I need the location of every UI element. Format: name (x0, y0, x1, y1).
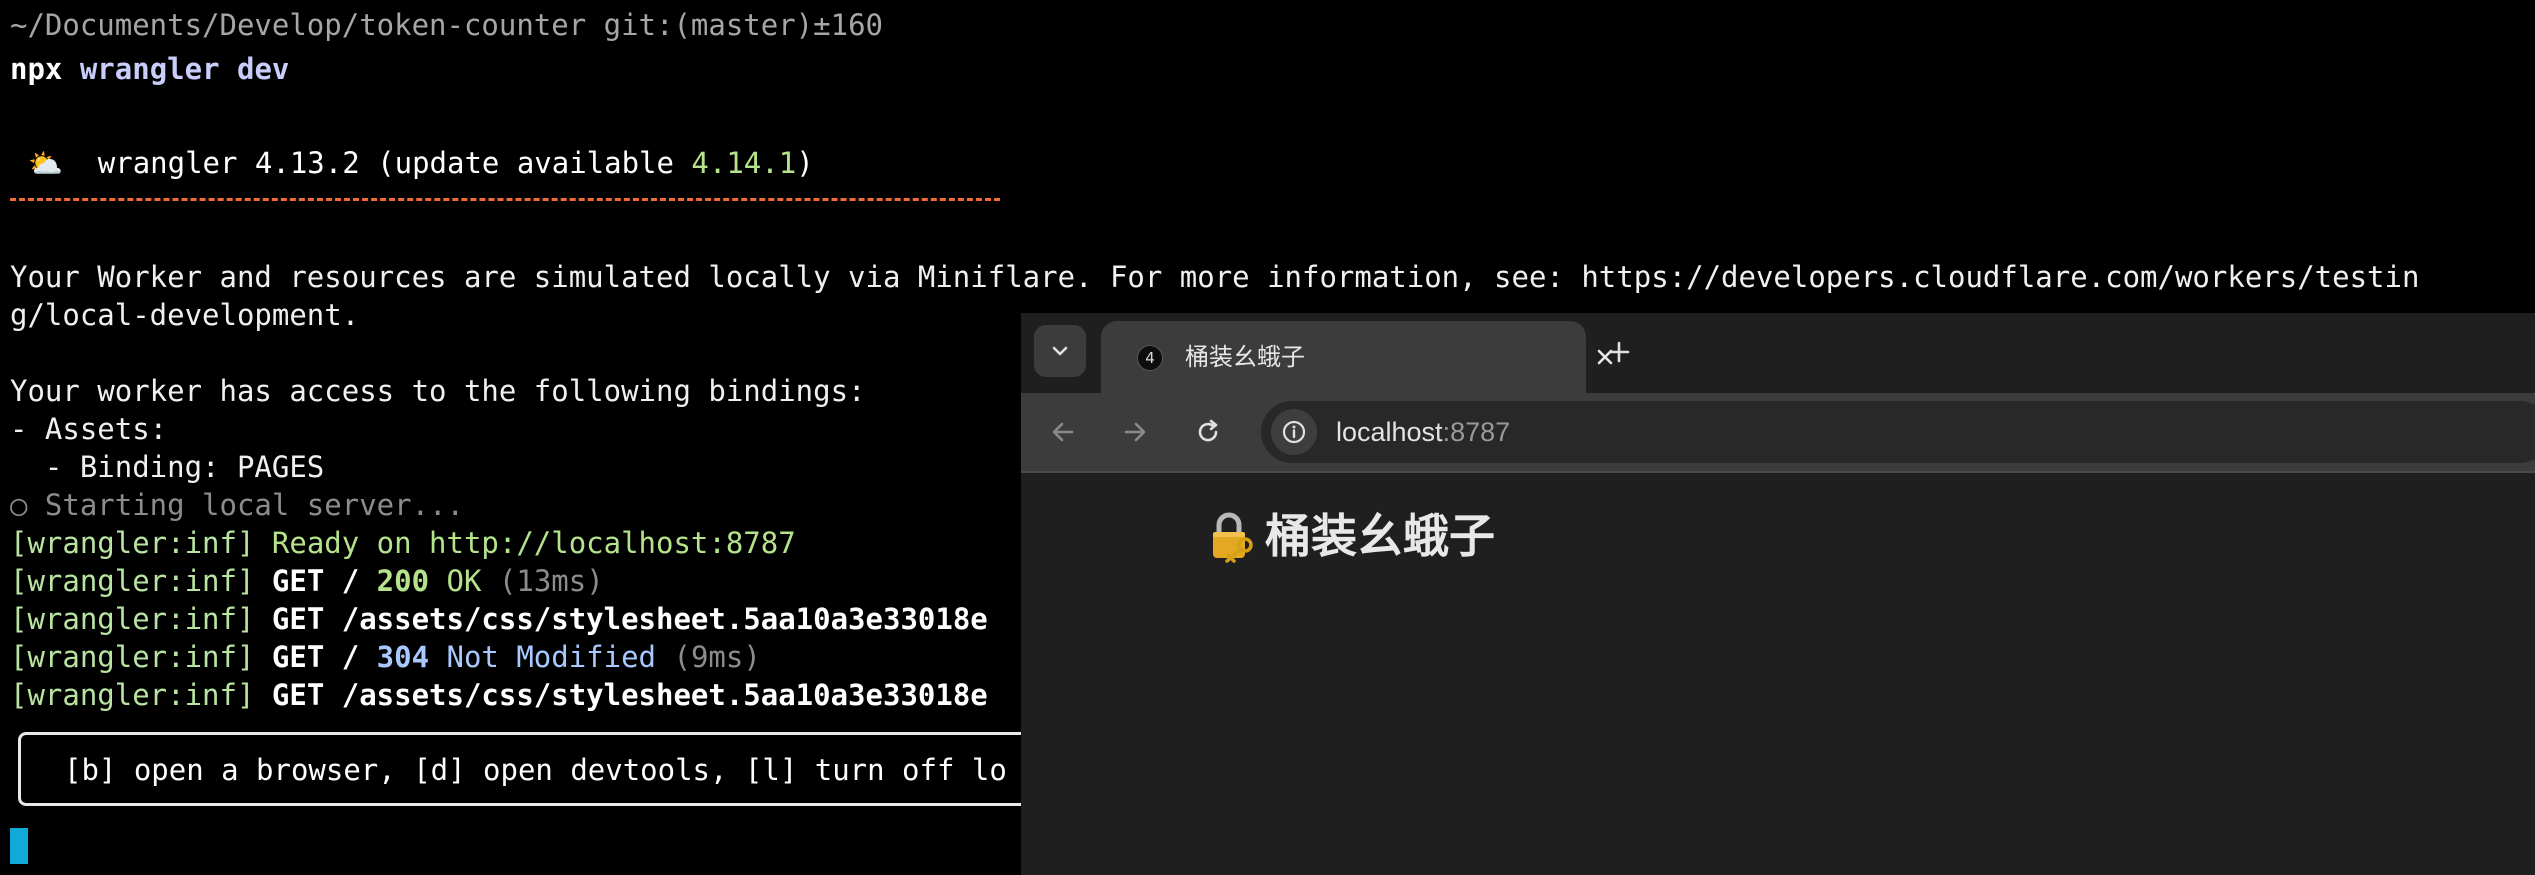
tab-title: 桶装幺蛾子 (1185, 343, 1305, 371)
log-status-text: Not Modified (429, 640, 657, 674)
log-duration: (13ms) (481, 564, 604, 598)
log-status-code: 304 (376, 640, 430, 674)
plus-icon (1608, 341, 1630, 363)
info-icon (1282, 420, 1306, 444)
banner-separator (10, 198, 1000, 201)
keyboard-hint-text: [b] open a browser, [d] open devtools, [… (64, 753, 1007, 787)
tab-active[interactable]: 4 桶装幺蛾子 (1101, 321, 1613, 393)
address-bar[interactable]: localhost:8787 (1261, 401, 2535, 463)
log-prefix: [wrangler:inf] (10, 640, 255, 674)
log-line: [wrangler:inf] GET / 200 OK (13ms) (10, 562, 604, 600)
browser-toolbar: localhost:8787 (1021, 393, 2535, 471)
shell-prompt: ~/Documents/Develop/token-counter git:(m… (10, 6, 883, 44)
log-method-path: GET / (254, 564, 377, 598)
banner-text: wrangler 4.13.2 (update available (97, 146, 692, 180)
log-prefix: [wrangler:inf] (10, 564, 255, 598)
url-text[interactable]: localhost:8787 (1336, 412, 1510, 452)
arrow-right-icon (1124, 422, 1146, 442)
log-method-path: GET / (254, 640, 377, 674)
sun-behind-cloud-icon: ⛅ (28, 147, 63, 180)
forward-button[interactable] (1113, 410, 1157, 454)
url-port: :8787 (1442, 417, 1511, 447)
url-host: localhost (1336, 417, 1443, 447)
reload-button[interactable] (1186, 410, 1230, 454)
log-line: [wrangler:inf] GET / 304 Not Modified (9… (10, 638, 761, 676)
banner-suffix: ) (796, 146, 814, 180)
log-prefix: [wrangler:inf] (10, 526, 255, 560)
chevron-down-icon (1052, 346, 1068, 356)
tab-strip: 4 桶装幺蛾子 (1021, 313, 2535, 393)
browser-window: 4 桶装幺蛾子 localhost:8787 桶装幺蛾子 (1021, 313, 2535, 875)
info-line-2: g/local-development. (10, 298, 360, 332)
bindings-intro: Your worker has access to the following … (10, 374, 866, 408)
prompt-git-status: git:(master)±160 (586, 8, 883, 42)
info-line-1: Your Worker and resources are simulated … (10, 260, 2420, 294)
site-info-button[interactable] (1271, 409, 1317, 455)
log-duration: (9ms) (656, 640, 761, 674)
page-heading: 桶装幺蛾子 (1207, 506, 1495, 566)
arrow-left-icon (1052, 422, 1074, 442)
starting-server: ○ Starting local server... (10, 488, 464, 522)
new-tab-button[interactable] (1596, 329, 1642, 375)
tab-search-button[interactable] (1034, 325, 1086, 377)
command-args: wrangler dev (62, 52, 290, 86)
log-prefix: [wrangler:inf] (10, 602, 255, 636)
terminal-cursor (10, 828, 28, 864)
command-npx: npx (10, 52, 63, 86)
log-method-path: GET /assets/css/stylesheet.5aa10a3e33018… (254, 678, 988, 712)
lock-with-key-icon (1207, 509, 1255, 563)
log-status-code: 200 (376, 564, 430, 598)
log-method-path: GET /assets/css/stylesheet.5aa10a3e33018… (254, 602, 988, 636)
tab-favicon: 4 (1137, 345, 1163, 371)
shell-command: npx wrangler dev (10, 50, 289, 88)
desktop: ~/Documents/Develop/token-counter git:(m… (0, 0, 2535, 875)
log-line: [wrangler:inf] GET /assets/css/styleshee… (10, 676, 988, 714)
log-status-text: OK (429, 564, 482, 598)
reload-icon (1198, 419, 1218, 442)
log-ready-text: Ready on http://localhost:8787 (254, 526, 796, 560)
log-line: [wrangler:inf] Ready on http://localhost… (10, 524, 796, 562)
page-viewport: 桶装幺蛾子 (1021, 473, 2535, 875)
bindings-binding: - Binding: PAGES (10, 450, 325, 484)
back-button[interactable] (1041, 410, 1085, 454)
log-line: [wrangler:inf] GET /assets/css/styleshee… (10, 600, 988, 638)
log-prefix: [wrangler:inf] (10, 678, 255, 712)
prompt-path: ~/Documents/Develop/token-counter (10, 8, 587, 42)
wrangler-banner: ⛅ wrangler 4.13.2 (update available 4.14… (28, 144, 814, 182)
page-heading-text: 桶装幺蛾子 (1265, 509, 1495, 563)
bindings-assets: - Assets: (10, 412, 168, 446)
banner-update-version: 4.14.1 (691, 146, 797, 180)
